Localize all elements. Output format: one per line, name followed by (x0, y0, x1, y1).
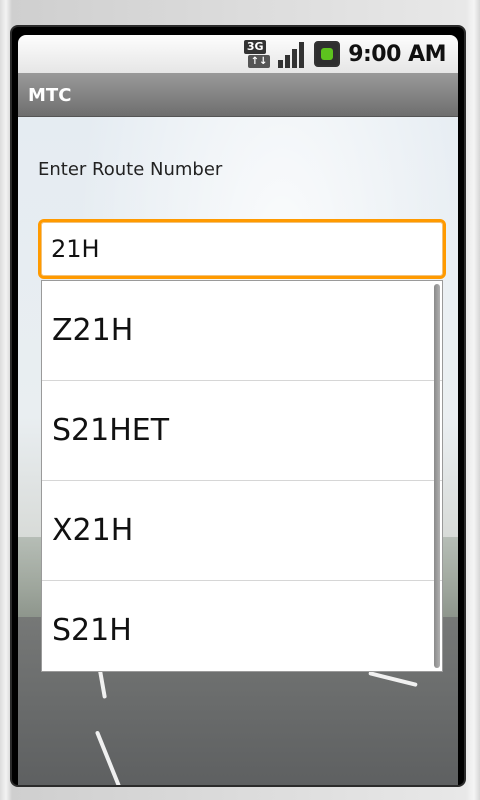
network-type-label: 3G (244, 40, 267, 54)
status-bar: 3G ↑↓ 9:00 AM (18, 35, 458, 73)
battery-charging-icon (314, 41, 341, 67)
status-clock: 9:00 AM (348, 41, 446, 67)
suggestions-scrollbar[interactable] (434, 284, 440, 668)
3g-icon: 3G ↑↓ (244, 40, 271, 68)
status-icons: 3G ↑↓ 9:00 AM (244, 39, 446, 69)
app-title: MTC (28, 85, 72, 106)
suggestion-item[interactable]: X21H (42, 481, 442, 581)
route-number-input[interactable]: 21H (38, 219, 446, 279)
main-content: Enter Route Number 21H Z21H S21HET X21H … (18, 117, 458, 785)
app-title-bar: MTC (18, 73, 458, 117)
suggestion-item[interactable]: S21HET (42, 381, 442, 481)
road-edge-line (94, 730, 122, 785)
route-prompt-label: Enter Route Number (38, 159, 223, 180)
device-frame: 3G ↑↓ 9:00 AM MTC Enter Route Number 21H… (0, 0, 480, 800)
network-activity-label: ↑↓ (248, 55, 271, 68)
phone-screen: 3G ↑↓ 9:00 AM MTC Enter Route Number 21H… (12, 27, 464, 785)
suggestion-item[interactable]: S21H (42, 581, 442, 671)
route-suggestions-list: Z21H S21HET X21H S21H (41, 280, 443, 672)
signal-bars-icon (278, 40, 306, 68)
suggestion-item[interactable]: Z21H (42, 281, 442, 381)
road-lane-mark (368, 671, 418, 687)
